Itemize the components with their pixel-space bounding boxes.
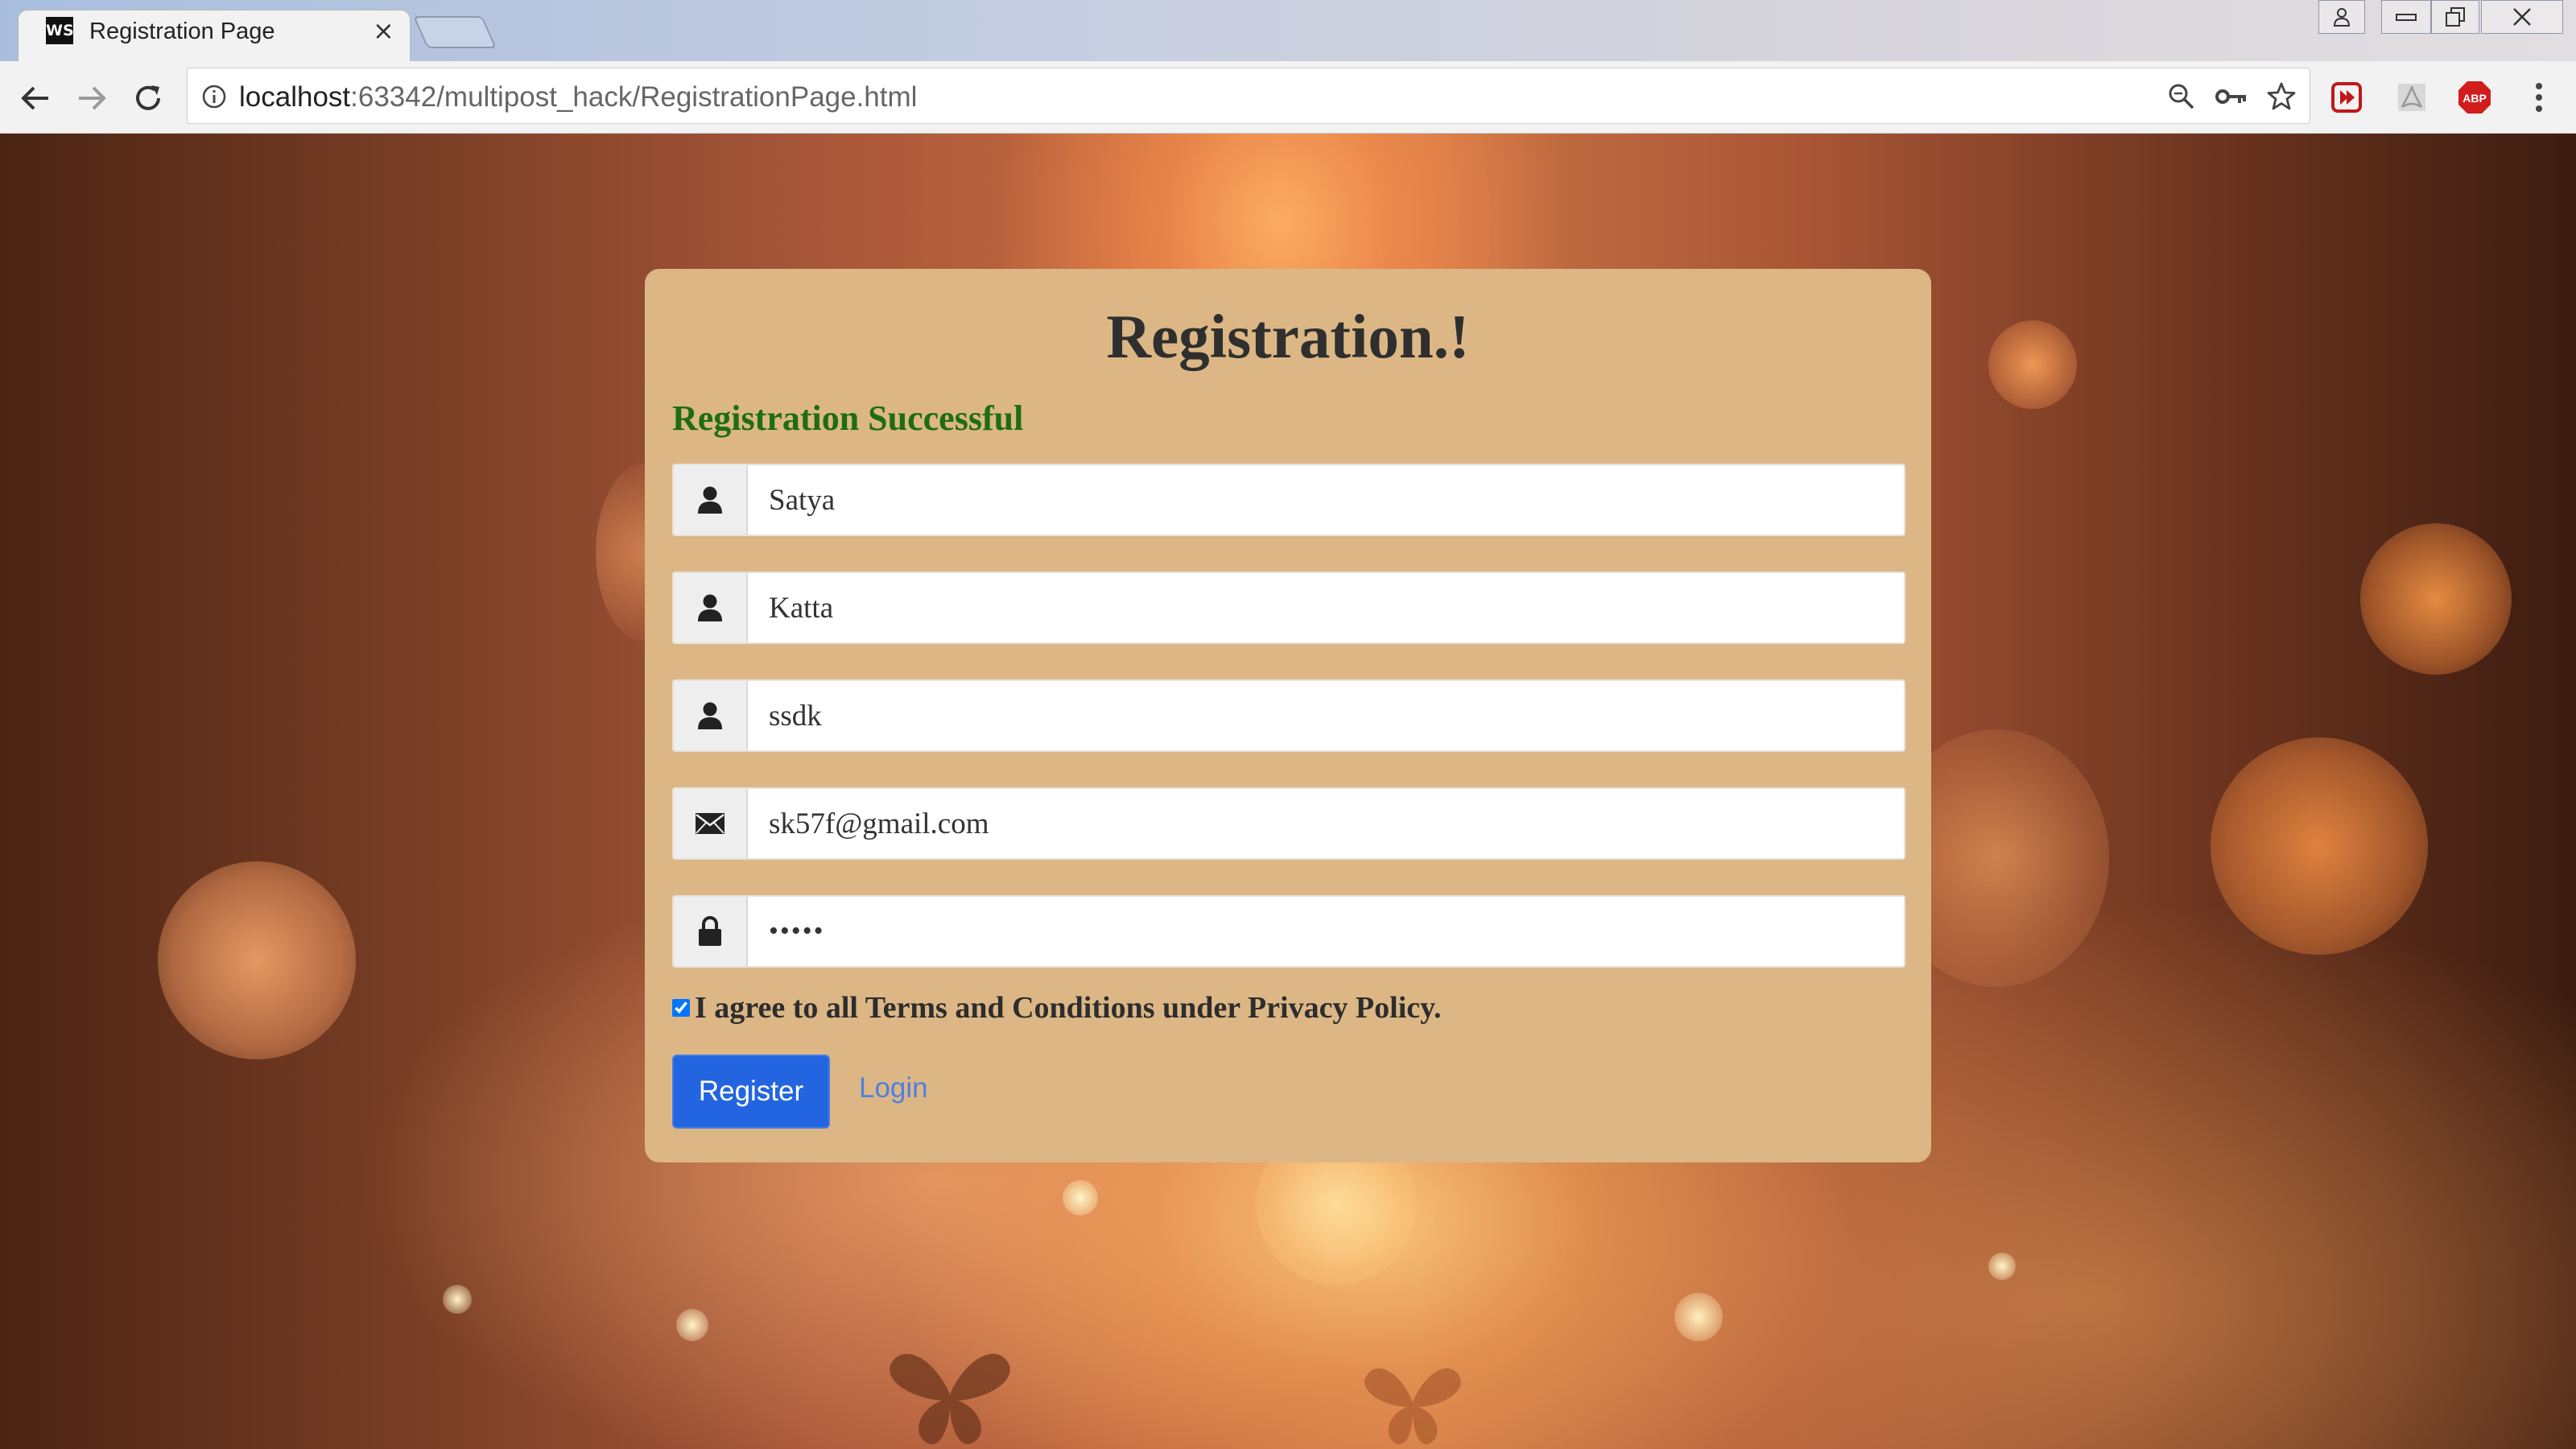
envelope-icon	[674, 789, 748, 858]
sparkle-light	[676, 1309, 708, 1341]
new-tab-button[interactable]	[413, 16, 497, 48]
register-button[interactable]: Register	[672, 1055, 830, 1129]
back-icon[interactable]	[13, 76, 58, 121]
last-name-input[interactable]	[748, 573, 1904, 642]
tab-close-icon[interactable]: ×	[373, 15, 394, 46]
bokeh-light	[1988, 320, 2077, 409]
email-field	[672, 787, 1905, 860]
url-host: localhost	[239, 81, 351, 113]
profile-icon[interactable]	[2318, 0, 2365, 34]
first-name-field	[672, 464, 1905, 536]
adblock-plus-icon[interactable]: ABP	[2455, 78, 2494, 117]
reload-icon[interactable]	[126, 76, 171, 121]
page-viewport: Registration.! Registration Successful S…	[0, 134, 2576, 1449]
tab-title: Registration Page	[89, 19, 275, 44]
restore-window-icon[interactable]	[2431, 0, 2479, 34]
email-input[interactable]	[748, 789, 1904, 858]
sparkle-light	[1988, 1253, 2016, 1280]
user-icon	[674, 465, 748, 535]
minimize-window-icon[interactable]	[2381, 0, 2431, 34]
address-bar[interactable]: localhost:63342/multipost_hack/Registrat…	[187, 68, 2310, 124]
star-icon[interactable]	[2261, 76, 2301, 117]
page-title: Registration.!	[1106, 302, 1470, 371]
user-icon	[674, 681, 748, 750]
username-input[interactable]	[748, 681, 1904, 750]
butterfly-silhouette	[1364, 1368, 1461, 1445]
sparkle-light	[443, 1285, 472, 1314]
login-link[interactable]: Login	[859, 1072, 928, 1104]
browser-tab[interactable]: WS Registration Page ×	[18, 10, 411, 61]
registration-card: Registration.! Registration Successful S…	[645, 269, 1931, 1162]
butterfly-silhouette	[890, 1353, 1010, 1445]
status-message: Registration Successful	[672, 398, 1024, 438]
user-icon	[674, 573, 748, 642]
bokeh-light	[2211, 737, 2428, 955]
url-text: localhost:63342/multipost_hack/Registrat…	[239, 81, 917, 114]
bokeh-light	[158, 861, 356, 1059]
info-icon[interactable]	[194, 76, 234, 117]
password-field	[672, 895, 1905, 968]
terms-agreement: I agree to all Terms and Conditions unde…	[672, 990, 1442, 1026]
sparkle-light	[1063, 1180, 1098, 1216]
last-name-field	[672, 572, 1905, 644]
webstorm-favicon-icon: WS	[46, 17, 74, 44]
terms-checkbox[interactable]	[672, 999, 690, 1017]
username-field	[672, 679, 1905, 752]
menu-icon[interactable]	[2520, 78, 2558, 117]
first-name-input[interactable]	[748, 465, 1904, 535]
forward-icon[interactable]	[69, 76, 114, 121]
close-window-icon[interactable]	[2481, 0, 2563, 34]
extension-red-play-icon[interactable]	[2327, 78, 2366, 117]
bokeh-light	[2360, 523, 2512, 675]
sparkle-light	[1674, 1293, 1723, 1341]
key-icon[interactable]	[2211, 76, 2252, 117]
browser-toolbar: localhost:63342/multipost_hack/Registrat…	[0, 61, 2576, 134]
extension-pdf-icon[interactable]	[2392, 78, 2431, 117]
browser-tabstrip: WS Registration Page ×	[0, 0, 2576, 61]
terms-label: I agree to all Terms and Conditions unde…	[695, 991, 1442, 1025]
lock-icon	[674, 897, 748, 966]
adblock-label: ABP	[2462, 92, 2487, 105]
zoom-icon[interactable]	[2161, 76, 2202, 117]
password-input[interactable]	[748, 897, 1904, 966]
url-path: :63342/multipost_hack/RegistrationPage.h…	[350, 81, 918, 113]
